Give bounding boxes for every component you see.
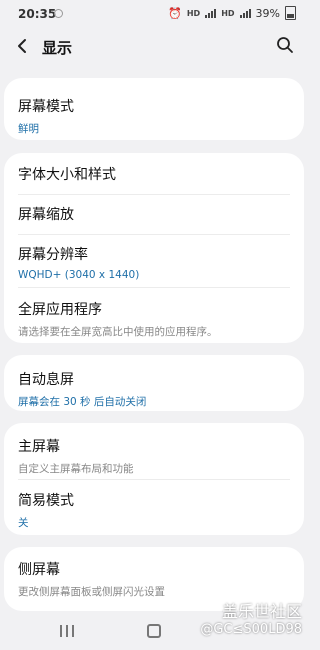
setting-home-screen[interactable]: 主屏幕 自定义主屏幕布局和功能 bbox=[18, 436, 290, 476]
hd-badge-2: HD bbox=[221, 8, 235, 18]
status-bar: 20:35 ⏰ HD HD 39% bbox=[0, 0, 308, 28]
setting-title: 屏幕分辨率 bbox=[18, 247, 88, 263]
navigation-bar bbox=[0, 612, 308, 650]
app-bar: 显示 bbox=[0, 28, 308, 64]
status-time: 20:35 bbox=[18, 7, 57, 21]
status-icons: ⏰ HD HD 39% bbox=[168, 6, 296, 20]
page-title: 显示 bbox=[42, 39, 73, 57]
setting-title: 字体大小和样式 bbox=[18, 167, 116, 183]
setting-screen-timeout[interactable]: 自动息屏 屏幕会在 30 秒 后自动关闭 bbox=[18, 369, 290, 409]
recent-apps-icon[interactable] bbox=[60, 625, 74, 637]
setting-title: 屏幕模式 bbox=[18, 99, 74, 115]
card-display-options: 字体大小和样式 屏幕缩放 屏幕分辨率 WQHD+ (3040 x 1440) 全… bbox=[4, 153, 304, 343]
hd-badge: HD bbox=[186, 8, 201, 18]
setting-screen-mode[interactable]: 屏幕模式 鲜明 bbox=[18, 96, 290, 136]
divider bbox=[18, 479, 290, 480]
setting-title: 简易模式 bbox=[18, 493, 74, 509]
back-arrow-icon[interactable] bbox=[12, 36, 32, 56]
card-screen-timeout: 自动息屏 屏幕会在 30 秒 后自动关闭 bbox=[4, 355, 304, 411]
battery-percent: 39% bbox=[255, 6, 280, 20]
setting-title: 屏幕缩放 bbox=[18, 207, 74, 223]
setting-fullscreen-apps[interactable]: 全屏应用程序 请选择要在全屏宽高比中使用的应用程序。 bbox=[18, 299, 290, 339]
setting-title: 侧屏幕 bbox=[18, 562, 60, 578]
search-icon[interactable] bbox=[276, 36, 294, 54]
setting-edge-screen[interactable]: 侧屏幕 更改侧屏幕面板或侧屏闪光设置 bbox=[18, 559, 290, 599]
setting-desc: 请选择要在全屏宽高比中使用的应用程序。 bbox=[18, 326, 218, 338]
setting-title: 自动息屏 bbox=[18, 372, 74, 388]
settings-notification-icon bbox=[54, 9, 63, 18]
setting-desc: 自定义主屏幕布局和功能 bbox=[18, 463, 134, 475]
divider bbox=[18, 234, 290, 235]
divider bbox=[18, 287, 290, 288]
card-screen-mode: 屏幕模式 鲜明 bbox=[4, 78, 304, 140]
setting-resolution[interactable]: 屏幕分辨率 WQHD+ (3040 x 1440) bbox=[18, 244, 290, 281]
setting-value: WQHD+ (3040 x 1440) bbox=[18, 269, 140, 281]
setting-title: 主屏幕 bbox=[18, 439, 60, 455]
alarm-icon: ⏰ bbox=[168, 6, 182, 20]
home-icon[interactable] bbox=[147, 624, 161, 638]
battery-icon bbox=[285, 6, 296, 20]
setting-desc: 更改侧屏幕面板或侧屏闪光设置 bbox=[18, 586, 165, 598]
setting-value: 关 bbox=[18, 517, 29, 529]
card-home-options: 主屏幕 自定义主屏幕布局和功能 简易模式 关 bbox=[4, 423, 304, 535]
setting-value: 屏幕会在 30 秒 后自动关闭 bbox=[18, 396, 147, 408]
setting-value: 鲜明 bbox=[18, 123, 39, 135]
signal-icon-2 bbox=[239, 8, 251, 18]
setting-easy-mode[interactable]: 简易模式 关 bbox=[18, 490, 290, 530]
signal-icon bbox=[205, 8, 217, 18]
setting-zoom[interactable]: 屏幕缩放 bbox=[18, 204, 290, 224]
setting-font[interactable]: 字体大小和样式 bbox=[18, 164, 290, 184]
divider bbox=[18, 194, 290, 195]
setting-title: 全屏应用程序 bbox=[18, 302, 102, 318]
